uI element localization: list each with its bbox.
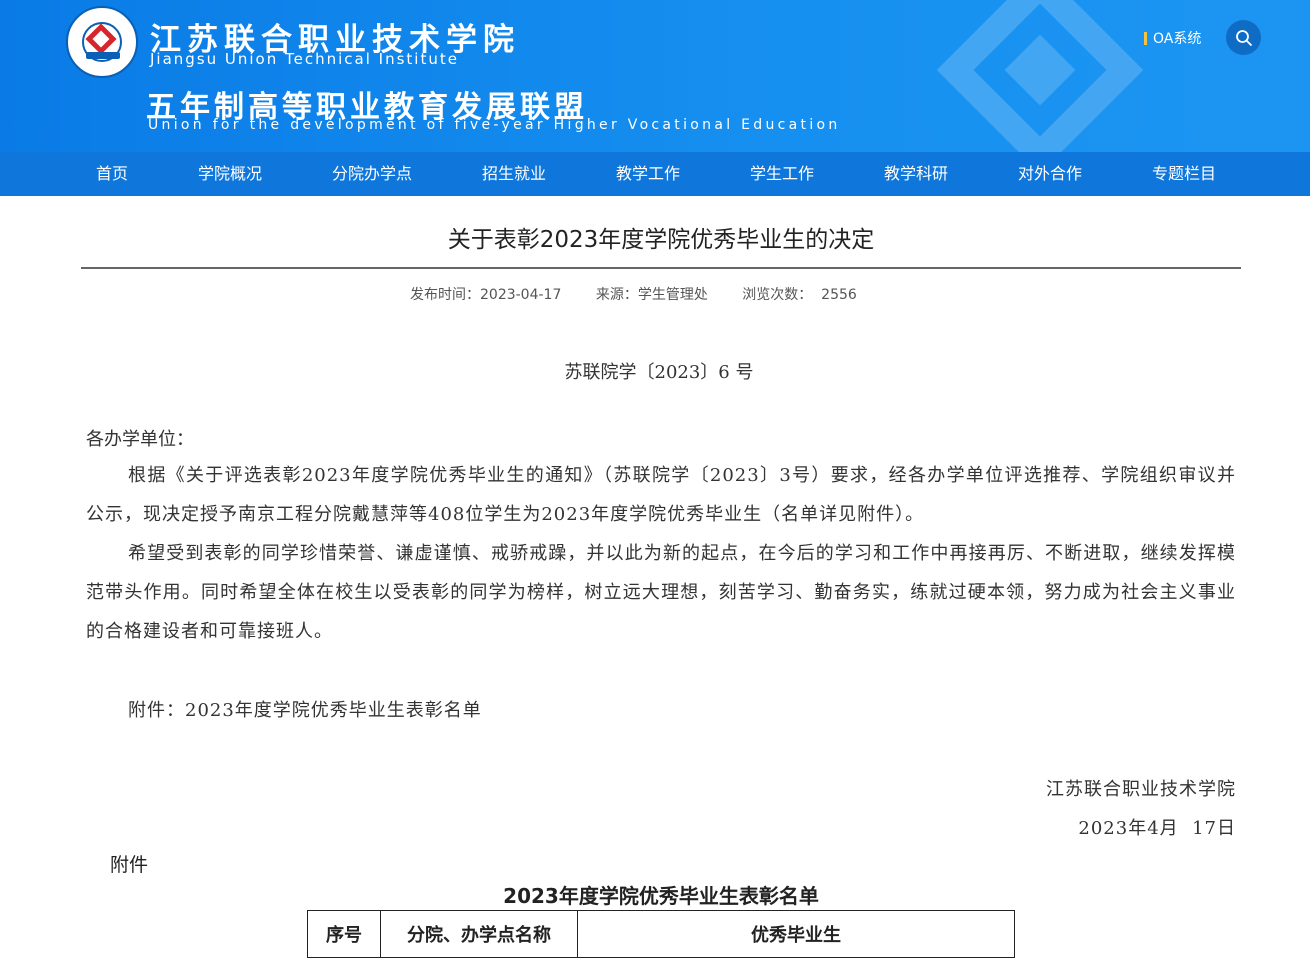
- attachment-reference: 附件：2023年度学院优秀毕业生表彰名单: [128, 700, 482, 721]
- column-header-branch: 分院、办学点名称: [380, 910, 578, 958]
- signature-date: 2023年4月 17日: [1078, 818, 1236, 839]
- college-seal-logo[interactable]: [66, 6, 138, 78]
- salutation: 各办学单位：: [86, 429, 194, 450]
- title-divider: [81, 267, 1241, 269]
- school-name-en: Jiangsu Union Technical Institute: [150, 50, 459, 68]
- nav-item-students[interactable]: 学生工作: [750, 152, 814, 196]
- nav-item-branches[interactable]: 分院办学点: [332, 152, 412, 196]
- body-paragraph: 根据《关于评选表彰2023年度学院优秀毕业生的通知》（苏联院学〔2023〕3号）…: [86, 465, 1236, 525]
- nav-item-research[interactable]: 教学科研: [884, 152, 948, 196]
- oa-system-link[interactable]: OA系统: [1144, 28, 1201, 48]
- article-source: 来源：学生管理处: [595, 287, 708, 303]
- nav-item-cooperation[interactable]: 对外合作: [1018, 152, 1082, 196]
- oa-label: OA系统: [1153, 31, 1202, 47]
- column-header-index: 序号: [307, 910, 381, 958]
- nav-item-home[interactable]: 首页: [96, 152, 128, 196]
- header-watermark-logo: [936, 0, 1144, 152]
- search-icon: [1235, 29, 1252, 46]
- main-nav: 首页 学院概况 分院办学点 招生就业 教学工作 学生工作 教学科研 对外合作 专…: [0, 152, 1310, 196]
- attachment-title: 2023年度学院优秀毕业生表彰名单: [503, 884, 819, 908]
- nav-item-teaching[interactable]: 教学工作: [616, 152, 680, 196]
- nav-item-about[interactable]: 学院概况: [198, 152, 262, 196]
- article-title: 关于表彰2023年度学院优秀毕业生的决定: [447, 227, 875, 253]
- honor-list-table: 序号 分院、办学点名称 优秀毕业生: [307, 910, 1015, 958]
- column-header-graduates: 优秀毕业生: [577, 910, 1015, 958]
- nav-item-topics[interactable]: 专题栏目: [1152, 152, 1216, 196]
- table-header-row: 序号 分院、办学点名称 优秀毕业生: [307, 910, 1015, 958]
- signature-org: 江苏联合职业技术学院: [1046, 779, 1236, 800]
- search-button[interactable]: [1226, 20, 1261, 55]
- document-number: 苏联院学〔2023〕6 号: [564, 362, 754, 383]
- view-count: 浏览次数： 2556: [742, 287, 857, 303]
- attachment-label: 附件: [110, 854, 149, 876]
- site-header: 江苏联合职业技术学院 Jiangsu Union Technical Insti…: [0, 0, 1310, 152]
- publish-time: 发布时间：2023-04-17: [410, 287, 562, 303]
- nav-item-admissions[interactable]: 招生就业: [482, 152, 546, 196]
- union-name-en: Union for the development of five-year H…: [148, 117, 841, 133]
- body-paragraph: 希望受到表彰的同学珍惜荣誉、谦虚谨慎、戒骄戒躁，并以此为新的起点，在今后的学习和…: [86, 543, 1236, 642]
- article-meta: 发布时间：2023-04-17 来源：学生管理处 浏览次数： 2556: [410, 284, 887, 304]
- oa-marker-icon: [1144, 31, 1147, 45]
